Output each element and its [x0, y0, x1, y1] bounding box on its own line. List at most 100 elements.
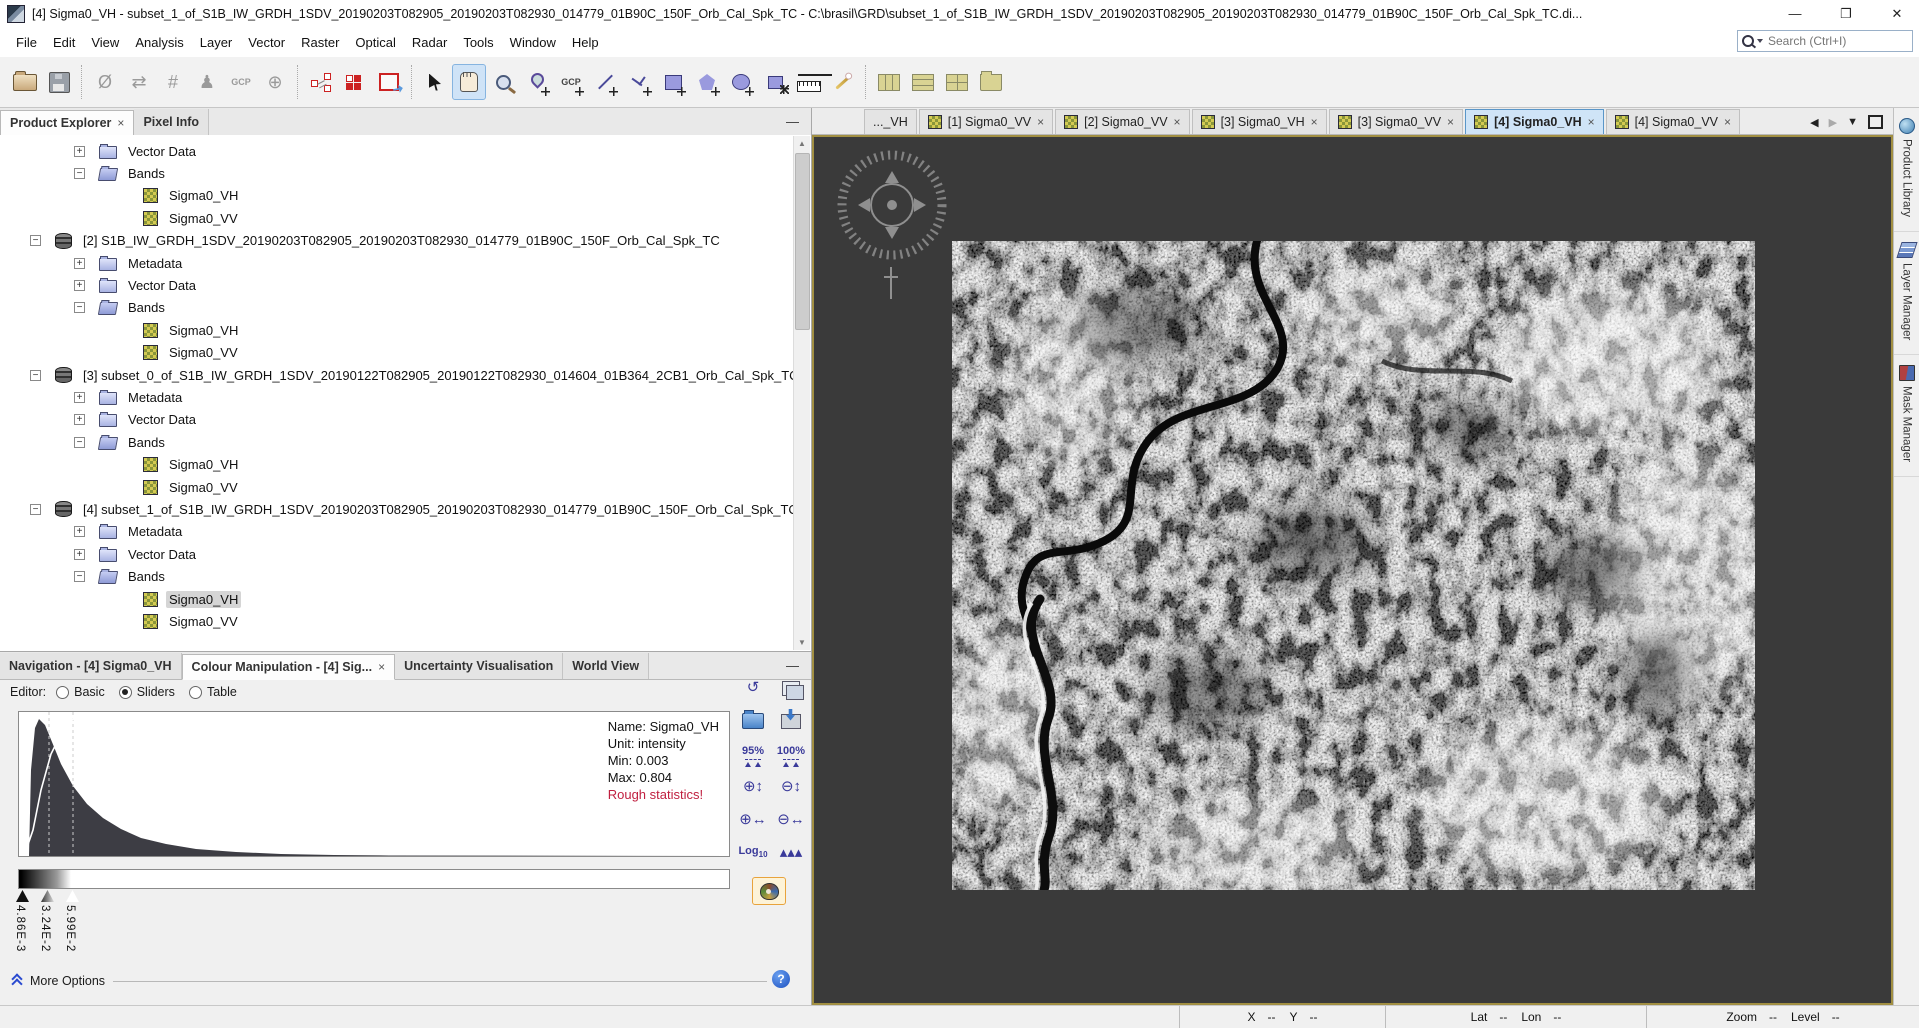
bottom-tab[interactable]: World View	[563, 653, 649, 679]
maximize-view-icon[interactable]	[1868, 115, 1883, 129]
export-palette-button[interactable]	[774, 707, 808, 735]
minimize-button[interactable]: —	[1773, 6, 1817, 21]
reset-palette-button[interactable]: ↺	[736, 674, 770, 702]
radio-icon[interactable]	[189, 686, 202, 699]
colour-gradient-strip[interactable]	[18, 869, 730, 889]
tree-node[interactable]: −Bands	[0, 431, 811, 453]
stretch-100-button[interactable]: 100%	[774, 740, 808, 768]
image-tab[interactable]: [4] Sigma0_VH×	[1465, 109, 1604, 134]
menu-view[interactable]: View	[83, 32, 127, 53]
stretch-95-button[interactable]: 95%	[736, 740, 770, 768]
range-finder-tool-icon[interactable]	[792, 64, 826, 100]
menu-raster[interactable]: Raster	[293, 32, 347, 53]
minimize-panel-icon[interactable]: —	[786, 114, 799, 129]
restore-button[interactable]: ❐	[1824, 6, 1868, 22]
close-icon[interactable]: ×	[117, 116, 124, 130]
collapse-icon[interactable]: −	[74, 168, 85, 179]
image-tab[interactable]: [2] Sigma0_VV×	[1055, 109, 1189, 134]
distribute-evenly-button[interactable]: ▴▴▴	[774, 839, 808, 867]
slider-handle-mid[interactable]	[41, 890, 54, 902]
expand-icon[interactable]: +	[74, 258, 85, 269]
graph-builder-icon[interactable]	[304, 64, 338, 100]
sidebar-item-product-library[interactable]: Product Library	[1894, 108, 1919, 232]
menu-edit[interactable]: Edit	[45, 32, 83, 53]
mosaic-tool-icon[interactable]	[372, 64, 406, 100]
float-group-icon[interactable]	[974, 64, 1008, 100]
tree-node[interactable]: +Vector Data	[0, 409, 811, 431]
polygon-tool-icon[interactable]	[690, 64, 724, 100]
explorer-tab[interactable]: Product Explorer×	[0, 110, 134, 136]
menu-file[interactable]: File	[8, 32, 45, 53]
close-button[interactable]: ✕	[1875, 6, 1919, 22]
scroll-up-icon[interactable]: ▲	[794, 136, 810, 151]
close-icon[interactable]: ×	[1311, 115, 1318, 129]
menu-window[interactable]: Window	[502, 32, 564, 53]
gcp-manager-icon[interactable]: GCP	[224, 64, 258, 100]
tree-node[interactable]: +Vector Data	[0, 274, 811, 296]
tree-node[interactable]: −Bands	[0, 565, 811, 587]
expand-icon[interactable]: +	[74, 146, 85, 157]
tree-node[interactable]: +Vector Data	[0, 543, 811, 565]
scrollbar-thumb[interactable]	[795, 153, 810, 330]
scroll-tabs-left-icon[interactable]: ◀	[1810, 116, 1818, 129]
collapse-icon[interactable]: −	[30, 235, 41, 246]
collapse-icon[interactable]: −	[74, 437, 85, 448]
apply-to-other-bands-button[interactable]	[774, 674, 808, 702]
menu-layer[interactable]: Layer	[192, 32, 241, 53]
tree-node[interactable]: −[3] subset_0_of_S1B_IW_GRDH_1SDV_201901…	[0, 364, 811, 386]
expand-icon[interactable]: +	[74, 392, 85, 403]
collapse-icon[interactable]: −	[74, 571, 85, 582]
tree-node[interactable]: −Bands	[0, 162, 811, 184]
radio-icon[interactable]	[119, 686, 132, 699]
editor-option-table[interactable]: Table	[189, 685, 237, 699]
tile-grid-icon[interactable]	[940, 64, 974, 100]
ellipse-tool-icon[interactable]	[724, 64, 758, 100]
close-icon[interactable]: ×	[1588, 115, 1595, 129]
selection-tool-icon[interactable]	[418, 64, 452, 100]
bottom-tab[interactable]: Navigation - [4] Sigma0_VH	[0, 653, 182, 679]
scroll-tabs-right-icon[interactable]: ▶	[1829, 116, 1837, 129]
polyline-tool-icon[interactable]	[622, 64, 656, 100]
tree-node[interactable]: Sigma0_VH	[0, 319, 811, 341]
rectangle-tool-icon[interactable]	[656, 64, 690, 100]
open-product-icon[interactable]	[8, 64, 42, 100]
pan-compass-widget[interactable]	[832, 145, 952, 265]
batch-processing-icon[interactable]	[338, 64, 372, 100]
pan-tool-icon[interactable]	[452, 64, 486, 100]
sar-image[interactable]	[952, 241, 1755, 890]
tree-node[interactable]: Sigma0_VV	[0, 476, 811, 498]
bottom-tab[interactable]: Uncertainty Visualisation	[395, 653, 563, 679]
gcp-tool-icon[interactable]: GCP	[554, 64, 588, 100]
zoom-tool-icon[interactable]	[486, 64, 520, 100]
import-palette-button[interactable]	[736, 707, 770, 735]
tree-node[interactable]: +Metadata	[0, 521, 811, 543]
expand-icon[interactable]: +	[74, 280, 85, 291]
tree-node[interactable]: −[2] S1B_IW_GRDH_1SDV_20190203T082905_20…	[0, 230, 811, 252]
tree-node[interactable]: −[4] subset_1_of_S1B_IW_GRDH_1SDV_201902…	[0, 498, 811, 520]
minimize-panel-icon[interactable]: —	[786, 658, 799, 673]
save-product-icon[interactable]	[42, 64, 76, 100]
pin-tool-icon[interactable]	[520, 64, 554, 100]
tile-columns-icon[interactable]	[872, 64, 906, 100]
search-box[interactable]	[1737, 30, 1913, 52]
tree-node[interactable]: Sigma0_VV	[0, 342, 811, 364]
image-tab[interactable]: [3] Sigma0_VV×	[1329, 109, 1463, 134]
menu-analysis[interactable]: Analysis	[127, 32, 191, 53]
close-icon[interactable]: ×	[378, 660, 385, 674]
sidebar-item-mask-manager[interactable]: Mask Manager	[1894, 355, 1919, 477]
image-tab-overflow[interactable]: ..._VH	[864, 109, 917, 134]
radio-icon[interactable]	[56, 686, 69, 699]
zoom-slider-widget[interactable]	[884, 267, 898, 299]
import-product-icon[interactable]: ⇄	[122, 64, 156, 100]
explorer-tab[interactable]: Pixel Info	[134, 109, 209, 135]
slider-handle-max[interactable]	[66, 890, 79, 902]
scroll-down-icon[interactable]: ▼	[794, 635, 810, 650]
menu-radar[interactable]: Radar	[404, 32, 455, 53]
close-icon[interactable]: ×	[1447, 115, 1454, 129]
more-options-toggle[interactable]: More Options	[12, 974, 767, 988]
tree-scrollbar[interactable]: ▲ ▼	[793, 136, 810, 650]
collapse-icon[interactable]: −	[30, 370, 41, 381]
menu-tools[interactable]: Tools	[455, 32, 501, 53]
colour-palette-editor-button[interactable]	[752, 877, 786, 905]
close-icon[interactable]: ×	[1037, 115, 1044, 129]
